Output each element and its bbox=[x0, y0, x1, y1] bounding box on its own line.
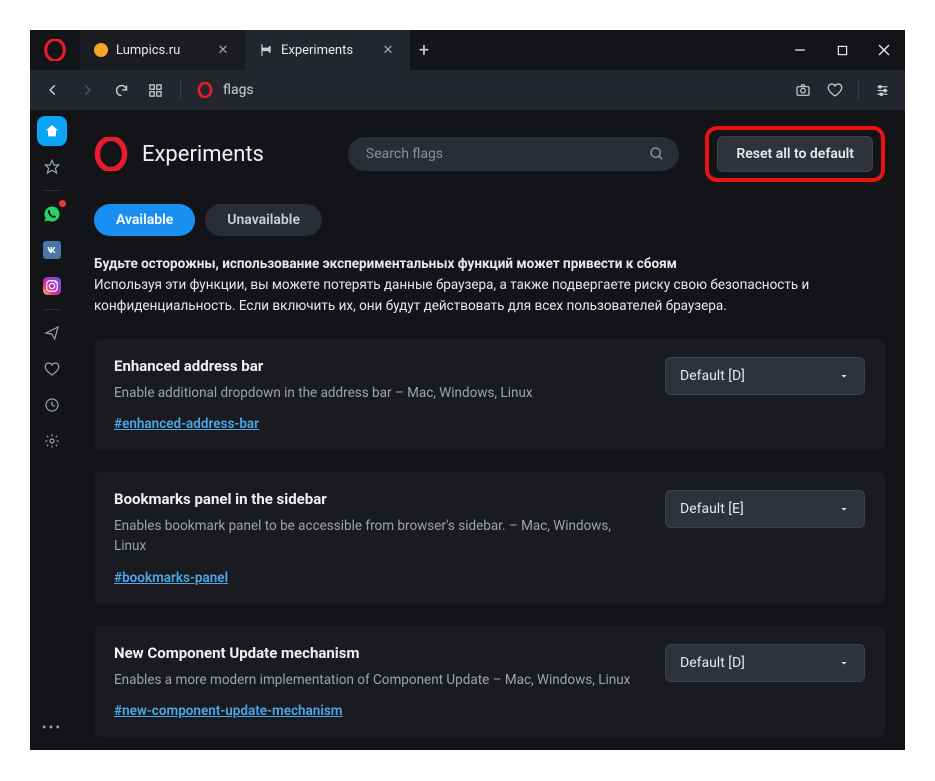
forward-button[interactable] bbox=[72, 75, 102, 105]
warning-text: Будьте осторожны, использование эксперим… bbox=[94, 248, 885, 339]
opera-url-icon bbox=[197, 82, 213, 98]
flag-title: Bookmarks panel in the sidebar bbox=[114, 490, 645, 508]
separator bbox=[858, 80, 859, 100]
tab-title: Experiments bbox=[281, 43, 353, 58]
opera-logo-icon bbox=[94, 137, 128, 171]
sidebar-instagram[interactable] bbox=[37, 271, 67, 301]
tab-experiments[interactable]: Experiments ✕ bbox=[245, 30, 410, 70]
chevron-down-icon bbox=[838, 370, 850, 382]
close-icon[interactable]: ✕ bbox=[215, 43, 231, 58]
separator bbox=[43, 309, 61, 310]
opera-logo-icon bbox=[44, 39, 66, 61]
sidebar: ••• bbox=[30, 110, 74, 750]
url-text: flags bbox=[223, 82, 254, 98]
separator bbox=[43, 190, 61, 191]
search-input[interactable] bbox=[348, 137, 679, 171]
flag-icon bbox=[259, 43, 273, 57]
titlebar: Lumpics.ru ✕ Experiments ✕ + bbox=[30, 30, 905, 70]
page-title: Experiments bbox=[142, 142, 264, 167]
window-controls bbox=[779, 30, 905, 70]
speed-dial-button[interactable] bbox=[140, 75, 170, 105]
heart-button[interactable] bbox=[820, 75, 850, 105]
toolbar: flags bbox=[30, 70, 905, 110]
sidebar-more[interactable]: ••• bbox=[42, 720, 62, 736]
sidebar-bookmarks[interactable] bbox=[37, 152, 67, 182]
flag-description: Enables a more modern implementation of … bbox=[114, 670, 645, 690]
tab-strip: Lumpics.ru ✕ Experiments ✕ + bbox=[80, 30, 438, 70]
flag-card: New Component Update mechanism Enables a… bbox=[94, 626, 885, 737]
tab-lumpics[interactable]: Lumpics.ru ✕ bbox=[80, 30, 245, 70]
sidebar-send[interactable] bbox=[37, 318, 67, 348]
flag-value: Default [D] bbox=[680, 655, 745, 671]
warning-line2: Используя эти функции, вы можете потерят… bbox=[94, 277, 809, 314]
reload-button[interactable] bbox=[106, 75, 136, 105]
flag-value: Default [E] bbox=[680, 501, 744, 517]
sidebar-home[interactable] bbox=[37, 116, 67, 146]
tab-favicon bbox=[94, 43, 108, 57]
flag-dropdown[interactable]: Default [D] bbox=[665, 357, 865, 395]
maximize-button[interactable] bbox=[821, 30, 863, 70]
sidebar-whatsapp[interactable] bbox=[37, 199, 67, 229]
back-button[interactable] bbox=[38, 75, 68, 105]
search-icon bbox=[649, 146, 665, 162]
flag-title: Enhanced address bar bbox=[114, 357, 645, 375]
flag-link[interactable]: #enhanced-address-bar bbox=[114, 416, 259, 432]
page-content: Experiments Reset all to default Availab… bbox=[74, 110, 905, 750]
minimize-button[interactable] bbox=[779, 30, 821, 70]
flag-link[interactable]: #bookmarks-panel bbox=[114, 570, 228, 586]
chevron-down-icon bbox=[838, 503, 850, 515]
flag-title: New Component Update mechanism bbox=[114, 644, 645, 662]
reset-all-button[interactable]: Reset all to default bbox=[717, 136, 873, 172]
flag-card: Enhanced address bar Enable additional d… bbox=[94, 339, 885, 450]
flag-dropdown[interactable]: Default [D] bbox=[665, 644, 865, 682]
chevron-down-icon bbox=[838, 657, 850, 669]
tab-unavailable[interactable]: Unavailable bbox=[205, 204, 322, 236]
snapshot-button[interactable] bbox=[788, 75, 818, 105]
new-tab-button[interactable]: + bbox=[410, 30, 438, 70]
close-window-button[interactable] bbox=[863, 30, 905, 70]
flag-card: Bookmarks panel in the sidebar Enables b… bbox=[94, 472, 885, 604]
tab-available[interactable]: Available bbox=[94, 204, 195, 236]
reset-highlight: Reset all to default bbox=[705, 126, 885, 182]
tab-title: Lumpics.ru bbox=[116, 43, 180, 58]
sidebar-pinboards[interactable] bbox=[37, 354, 67, 384]
address-bar[interactable]: flags bbox=[191, 82, 784, 98]
close-icon[interactable]: ✕ bbox=[380, 43, 396, 58]
notification-badge bbox=[59, 200, 66, 207]
separator bbox=[180, 80, 181, 100]
sidebar-history[interactable] bbox=[37, 390, 67, 420]
warning-line1: Будьте осторожны, использование эксперим… bbox=[94, 256, 677, 272]
flag-description: Enables bookmark panel to be accessible … bbox=[114, 516, 645, 557]
flag-dropdown[interactable]: Default [E] bbox=[665, 490, 865, 528]
flag-value: Default [D] bbox=[680, 368, 745, 384]
flag-description: Enable additional dropdown in the addres… bbox=[114, 383, 645, 403]
sidebar-settings[interactable] bbox=[37, 426, 67, 456]
sidebar-vk[interactable] bbox=[37, 235, 67, 265]
filter-tabs: Available Unavailable bbox=[94, 200, 885, 248]
flag-link[interactable]: #new-component-update-mechanism bbox=[114, 703, 343, 719]
easy-setup-button[interactable] bbox=[867, 75, 897, 105]
